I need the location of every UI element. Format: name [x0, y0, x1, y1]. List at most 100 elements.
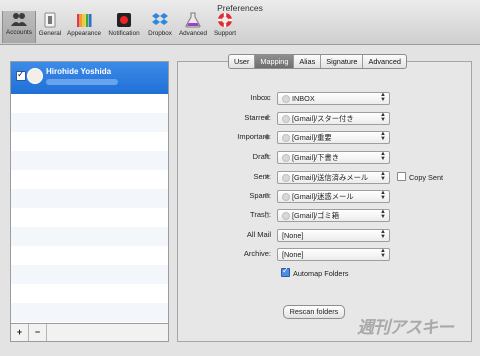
draft-folder-select[interactable]: [Gmail]/下書き ▲ ▼: [277, 151, 390, 164]
mapping-row-inbox: Inbox: ▭ INBOX ▲ ▼: [178, 92, 418, 105]
chevron-updown-icon: ▲ ▼: [380, 229, 386, 240]
mapping-row-archive: Archive: [None] ▲ ▼: [178, 248, 418, 261]
avatar: [27, 68, 43, 84]
toolbar-accounts[interactable]: Accounts: [2, 11, 36, 43]
spam-icon: ⊘: [263, 191, 271, 200]
add-account-button[interactable]: +: [11, 324, 29, 341]
folder-dot-icon: [282, 154, 290, 162]
accounts-icon: [10, 11, 28, 27]
mapping-row-starred: Starred: ★ [Gmail]/スター付き ▲ ▼: [178, 112, 418, 125]
spam-folder-select[interactable]: [Gmail]/迷惑メール ▲ ▼: [277, 190, 390, 203]
tab-advanced[interactable]: Advanced: [363, 55, 405, 68]
sent-folder-select[interactable]: [Gmail]/送信済みメール ▲ ▼: [277, 171, 390, 184]
paper-plane-icon: ➤: [263, 172, 271, 181]
automap-folders-checkbox[interactable]: Automap Folders: [281, 266, 349, 278]
account-item[interactable]: Hirohide Yoshida: [11, 62, 168, 94]
copy-sent-checkbox[interactable]: Copy Sent: [397, 172, 443, 182]
mapping-row-important: Important: ◆ [Gmail]/重要 ▲ ▼: [178, 131, 418, 144]
mapping-row-sent: Sent: ➤ [Gmail]/送信済みメール ▲ ▼: [178, 171, 418, 184]
toolbar-advanced[interactable]: Advanced: [177, 12, 209, 42]
chevron-updown-icon: ▲ ▼: [380, 248, 386, 259]
preferences-window: Preferences Accounts General Appearance …: [0, 0, 480, 356]
select-value: [Gmail]/迷惑メール: [292, 192, 354, 201]
toolbar-dropbox[interactable]: Dropbox: [145, 12, 175, 42]
tab-signature[interactable]: Signature: [321, 55, 364, 68]
trash-folder-select[interactable]: [Gmail]/ゴミ箱 ▲ ▼: [277, 209, 390, 222]
mapping-row-spam: Spam: ⊘ [Gmail]/迷惑メール ▲ ▼: [178, 190, 418, 203]
list-row: [11, 170, 168, 189]
folder-dot-icon: [282, 212, 290, 220]
list-row: [11, 113, 168, 132]
toolbar-label: Advanced: [178, 30, 207, 37]
allmail-folder-select[interactable]: [None] ▲ ▼: [277, 229, 390, 242]
select-value: [Gmail]/ゴミ箱: [292, 211, 340, 220]
folder-dot-icon: [282, 193, 290, 201]
list-row: [11, 227, 168, 246]
toolbar-label: Appearance: [67, 30, 101, 37]
chevron-updown-icon: ▲ ▼: [380, 92, 386, 103]
checkbox-box[interactable]: [397, 172, 406, 181]
list-row: [11, 265, 168, 284]
dropbox-icon: [151, 12, 169, 28]
archive-folder-select[interactable]: [None] ▲ ▼: [277, 248, 390, 261]
copy-sent-label: Copy Sent: [409, 173, 444, 182]
toolbar-label: Notification: [108, 30, 140, 37]
starred-folder-select[interactable]: [Gmail]/スター付き ▲ ▼: [277, 112, 390, 125]
toolbar-label: Support: [213, 30, 237, 37]
chevron-updown-icon: ▲ ▼: [380, 190, 386, 201]
automap-label: Automap Folders: [293, 269, 349, 278]
tab-mapping[interactable]: Mapping: [255, 55, 295, 68]
select-value: [Gmail]/スター付き: [292, 114, 354, 123]
mapping-row-draft: Draft: ✎ [Gmail]/下書き ▲ ▼: [178, 151, 418, 164]
toolbar-label: Dropbox: [148, 30, 172, 37]
accounts-footer: + −: [10, 323, 169, 342]
notification-icon: [115, 12, 133, 28]
chevron-updown-icon: ▲ ▼: [380, 131, 386, 142]
toolbar-support[interactable]: Support: [211, 12, 239, 42]
trash-icon: ▯: [264, 210, 270, 219]
list-row: [11, 94, 168, 113]
list-row: [11, 246, 168, 265]
star-icon: ★: [263, 113, 271, 122]
select-value: [None]: [282, 231, 304, 240]
important-folder-select[interactable]: [Gmail]/重要 ▲ ▼: [277, 131, 390, 144]
inbox-folder-select[interactable]: INBOX ▲ ▼: [277, 92, 390, 105]
toolbar-label: Accounts: [6, 29, 32, 36]
toolbar-notification[interactable]: Notification: [105, 12, 143, 42]
rescan-folders-button[interactable]: Rescan folders: [283, 305, 345, 319]
settings-tabs: User Mapping Alias Signature Advanced: [228, 54, 407, 69]
mapping-row-allmail: All Mail [None] ▲ ▼: [178, 229, 418, 242]
accounts-list: Hirohide Yoshida: [10, 61, 169, 342]
list-row: [11, 284, 168, 303]
account-enabled-checkbox[interactable]: [16, 69, 26, 81]
list-row: [11, 151, 168, 170]
inbox-icon: ▭: [263, 93, 271, 102]
select-value: [Gmail]/下書き: [292, 153, 340, 162]
checkbox-box[interactable]: [281, 266, 290, 277]
watermark: 週刊アスキー: [357, 318, 454, 337]
tab-user[interactable]: User: [229, 55, 256, 68]
folder-dot-icon: [282, 174, 290, 182]
select-value: INBOX: [292, 94, 315, 103]
tab-alias[interactable]: Alias: [294, 55, 322, 68]
mapping-label: All Mail: [246, 230, 271, 239]
list-row: [11, 189, 168, 208]
folder-dot-icon: [282, 134, 290, 142]
chevron-updown-icon: ▲ ▼: [380, 151, 386, 162]
chevron-updown-icon: ▲ ▼: [380, 209, 386, 220]
account-email-redacted: [46, 79, 118, 85]
remove-account-button[interactable]: −: [29, 324, 47, 341]
account-name: Hirohide Yoshida: [46, 67, 112, 76]
list-row: [11, 132, 168, 151]
advanced-icon: [184, 12, 202, 28]
mapping-row-trash: Trash: ▯ [Gmail]/ゴミ箱 ▲ ▼: [178, 209, 418, 222]
mapping-label: Archive:: [243, 249, 271, 258]
pencil-icon: ✎: [263, 152, 271, 161]
toolbar-appearance[interactable]: Appearance: [65, 12, 103, 42]
support-icon: [216, 12, 234, 28]
folder-dot-icon: [282, 115, 290, 123]
toolbar-general[interactable]: General: [36, 12, 64, 42]
list-row: [11, 303, 168, 322]
appearance-icon: [75, 12, 93, 28]
chevron-updown-icon: ▲ ▼: [380, 112, 386, 123]
